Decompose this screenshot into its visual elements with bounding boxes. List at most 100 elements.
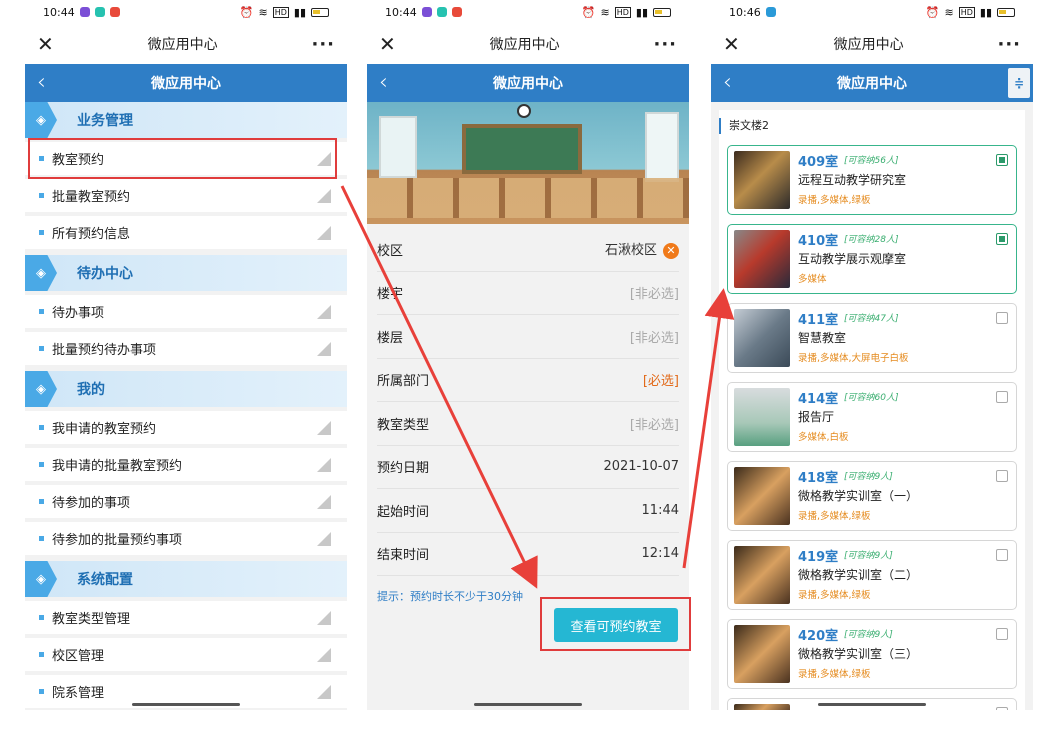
- field-end-time[interactable]: 结束时间 12:14: [377, 532, 679, 576]
- more-icon[interactable]: ···: [997, 34, 1021, 55]
- field-floor[interactable]: 楼层 [非必选]: [377, 315, 679, 359]
- classroom-banner-image: [367, 102, 689, 224]
- menu-item-my-bookings[interactable]: 我申请的教室预约: [25, 411, 347, 444]
- more-icon[interactable]: ···: [311, 34, 335, 55]
- menu-item-pending-batch-events[interactable]: 待参加的批量预约事项: [25, 522, 347, 555]
- room-facilities: 录播,多媒体,绿板: [798, 511, 871, 522]
- app-notification-icon: [765, 7, 776, 17]
- room-name: 报告厅: [798, 410, 835, 424]
- desks-shape: [367, 178, 689, 218]
- close-icon[interactable]: ✕: [37, 32, 54, 56]
- room-number: 409室: [798, 155, 839, 170]
- room-facilities: 录播,多媒体,绿板: [798, 195, 871, 206]
- more-icon[interactable]: ···: [653, 34, 677, 55]
- room-checkbox[interactable]: [996, 233, 1008, 245]
- wifi-icon: ≋: [258, 5, 268, 19]
- menu-item-label: 教室类型管理: [52, 612, 131, 627]
- bullet-icon: [39, 462, 44, 467]
- field-label: 起始时间: [377, 504, 430, 520]
- room-number: 410室: [798, 234, 839, 249]
- room-number: 418室: [798, 471, 839, 486]
- room-capacity: [可容纳60人]: [844, 393, 899, 403]
- room-card-420[interactable]: 420室 [可容纳9人] 微格教学实训室（三） 录播,多媒体,绿板: [727, 619, 1017, 689]
- home-indicator: [818, 703, 926, 706]
- field-label: 所属部门: [377, 374, 430, 390]
- wifi-icon: ≋: [600, 5, 610, 19]
- field-start-time[interactable]: 起始时间 11:44: [377, 489, 679, 533]
- app-header: ‹ 微应用中心: [367, 64, 689, 102]
- cube-icon: ◈: [25, 102, 57, 138]
- close-icon[interactable]: ✕: [723, 32, 740, 56]
- room-checkbox[interactable]: [996, 391, 1008, 403]
- room-name: 微格教学实训室（二）: [798, 568, 919, 582]
- page-title: 微应用中心: [837, 76, 907, 92]
- room-checkbox[interactable]: [996, 470, 1008, 482]
- back-icon[interactable]: ‹: [723, 70, 732, 95]
- room-card-411[interactable]: 411室 [可容纳47人] 智慧教室 录播,多媒体,大屏电子白板: [727, 303, 1017, 373]
- wechat-nav-bar: ✕ 微应用中心 ···: [711, 24, 1033, 64]
- window-shape: [645, 112, 679, 182]
- field-label: 预约日期: [377, 461, 430, 477]
- room-card-419[interactable]: 419室 [可容纳9人] 微格教学实训室（二） 录播,多媒体,绿板: [727, 540, 1017, 610]
- battery-icon: [653, 7, 671, 17]
- menu-item-room-types[interactable]: 教室类型管理: [25, 601, 347, 634]
- menu-item-label: 校区管理: [52, 649, 105, 664]
- room-photo: [734, 467, 790, 525]
- filter-menu-icon[interactable]: ≑: [1008, 68, 1030, 98]
- home-indicator: [474, 703, 582, 706]
- menu-item-pending-events[interactable]: 待参加的事项: [25, 485, 347, 518]
- room-card-418[interactable]: 418室 [可容纳9人] 微格教学实训室（一） 录播,多媒体,绿板: [727, 461, 1017, 531]
- bullet-icon: [39, 689, 44, 694]
- field-room-type[interactable]: 教室类型 [非必选]: [377, 402, 679, 446]
- field-department[interactable]: 所属部门 [必选]: [377, 358, 679, 402]
- field-building[interactable]: 楼宇 [非必选]: [377, 271, 679, 315]
- room-checkbox[interactable]: [996, 628, 1008, 640]
- menu-item-label: 批量预约待办事项: [52, 343, 157, 358]
- room-photo: [734, 704, 790, 710]
- clear-icon[interactable]: ✕: [663, 243, 679, 260]
- close-icon[interactable]: ✕: [379, 32, 396, 56]
- menu-item-batch-booking[interactable]: 批量教室预约: [25, 179, 347, 212]
- alarm-icon: ⏰: [239, 5, 254, 19]
- menu-item-label: 我申请的教室预约: [52, 422, 157, 437]
- room-checkbox[interactable]: [996, 312, 1008, 324]
- room-card-410[interactable]: 410室 [可容纳28人] 互动教学展示观摩室 多媒体: [727, 224, 1017, 294]
- field-value: [非必选]: [629, 287, 679, 303]
- battery-icon: [311, 7, 329, 17]
- field-value: 12:14: [641, 546, 679, 562]
- section-title: 系统配置: [77, 572, 133, 588]
- app-notification-icon: [79, 7, 90, 17]
- menu-item-label: 批量教室预约: [52, 190, 131, 205]
- signal-icon: ▮▮: [635, 5, 648, 19]
- field-label: 结束时间: [377, 548, 430, 564]
- menu-item-batch-todo[interactable]: 批量预约待办事项: [25, 332, 347, 365]
- alarm-icon: ⏰: [925, 5, 940, 19]
- wall-clock-shape: [517, 104, 531, 118]
- menu-item-my-batch-bookings[interactable]: 我申请的批量教室预约: [25, 448, 347, 481]
- room-card-414[interactable]: 414室 [可容纳60人] 报告厅 多媒体,白板: [727, 382, 1017, 452]
- menu-item-label: 待参加的批量预约事项: [52, 533, 183, 548]
- room-checkbox[interactable]: [996, 154, 1008, 166]
- room-checkbox[interactable]: [996, 707, 1008, 710]
- room-name: 远程互动教学研究室: [798, 173, 907, 187]
- menu-item-todo[interactable]: 待办事项: [25, 295, 347, 328]
- corner-arrow-icon: [317, 226, 331, 240]
- field-campus[interactable]: 校区 石湫校区 ✕: [377, 228, 679, 272]
- room-checkbox[interactable]: [996, 549, 1008, 561]
- clock-time: 10:44: [385, 5, 417, 19]
- room-capacity: [可容纳56人]: [844, 156, 899, 166]
- room-capacity: [可容纳28人]: [844, 235, 899, 245]
- wechat-title: 微应用中心: [147, 37, 218, 53]
- room-capacity: [可容纳9人]: [844, 630, 893, 640]
- back-icon[interactable]: ‹: [37, 70, 46, 95]
- corner-arrow-icon: [317, 342, 331, 356]
- menu-item-campus[interactable]: 校区管理: [25, 638, 347, 671]
- app-notification-icon: [451, 7, 462, 17]
- menu-item-all-bookings[interactable]: 所有预约信息: [25, 216, 347, 249]
- field-label: 教室类型: [377, 417, 430, 433]
- signal-icon: ▮▮: [979, 5, 992, 19]
- field-date[interactable]: 预约日期 2021-10-07: [377, 445, 679, 489]
- room-card-409[interactable]: 409室 [可容纳56人] 远程互动教学研究室 录播,多媒体,绿板: [727, 145, 1017, 215]
- back-icon[interactable]: ‹: [379, 70, 388, 95]
- bullet-icon: [39, 499, 44, 504]
